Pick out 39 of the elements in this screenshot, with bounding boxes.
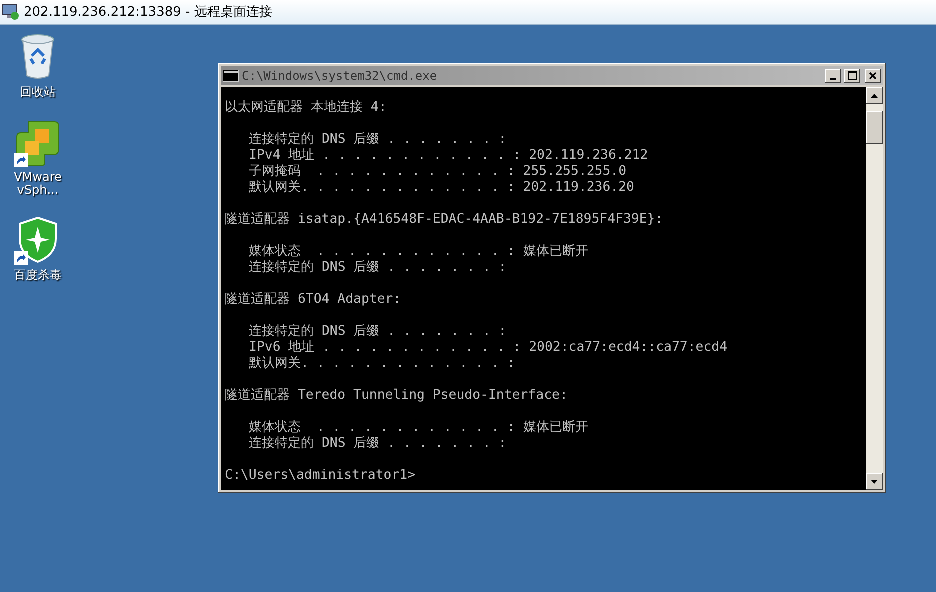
console-title: C:\Windows\system32\cmd.exe xyxy=(242,68,438,82)
console-line: C:\Users\administrator1> xyxy=(225,468,416,484)
console-line: IPv6 地址 . . . . . . . . . . . . : 2002:ca77:ecd4::ca77:ecd4 xyxy=(248,340,728,356)
console-line: 默认网关. . . . . . . . . . . . . : xyxy=(248,356,516,372)
recycle-bin-icon xyxy=(20,34,56,80)
console-line: 隧道适配器 isatap.{A416548F-EDAC-4AAB-B192-7E1895F4F39E}: xyxy=(225,212,664,228)
scroll-up-button[interactable] xyxy=(866,87,883,104)
console-line: 隧道适配器 6TO4 Adapter: xyxy=(225,292,402,308)
console-line: 媒体状态 . . . . . . . . . . . . : 媒体已断开 xyxy=(248,420,588,436)
scroll-down-button[interactable] xyxy=(866,473,883,490)
close-icon xyxy=(869,72,877,80)
console-line: IPv4 地址 . . . . . . . . . . . . : 202.119.236.212 xyxy=(248,148,648,164)
console-line: 隧道适配器 Teredo Tunneling Pseudo-Interface: xyxy=(225,388,568,404)
console-line: 默认网关. . . . . . . . . . . . . : 202.119.236.20 xyxy=(248,180,634,196)
console-icon xyxy=(223,70,239,82)
up-arrow-icon xyxy=(871,94,878,98)
shortcut-arrow-icon xyxy=(14,153,28,167)
console-line: 连接特定的 DNS 后缀 . . . . . . . : xyxy=(248,324,507,340)
minimize-button[interactable] xyxy=(825,68,841,82)
console-line: 以太网适配器 本地连接 4: xyxy=(225,100,387,116)
desktop-icon-label[interactable]: VMware vSph... xyxy=(5,171,71,197)
console-line: 媒体状态 . . . . . . . . . . . . : 媒体已断开 xyxy=(248,244,588,260)
maximize-button[interactable] xyxy=(844,68,860,82)
down-arrow-icon xyxy=(871,480,878,484)
console-line: 子网掩码 . . . . . . . . . . . . : 255.255.255.0 xyxy=(248,164,627,180)
shortcut-arrow-icon xyxy=(14,251,28,265)
minimize-icon xyxy=(830,78,836,80)
window-title: 202.119.236.212:13389 - 远程桌面连接 xyxy=(24,4,272,21)
console-line: 连接特定的 DNS 后缀 . . . . . . . : xyxy=(248,260,507,276)
desktop-icon-label[interactable]: 百度杀毒 xyxy=(5,269,71,282)
desktop-icon-label[interactable]: 回收站 xyxy=(5,86,71,99)
remote-desktop-icon xyxy=(2,3,20,21)
scroll-thumb[interactable] xyxy=(866,111,883,144)
vsphere-icon xyxy=(15,119,61,167)
maximize-icon xyxy=(848,71,856,80)
console-line: 连接特定的 DNS 后缀 . . . . . . . : xyxy=(248,436,507,452)
shield-icon xyxy=(18,217,58,263)
console-line: 连接特定的 DNS 后缀 . . . . . . . : xyxy=(248,132,507,148)
close-button[interactable] xyxy=(865,68,881,82)
